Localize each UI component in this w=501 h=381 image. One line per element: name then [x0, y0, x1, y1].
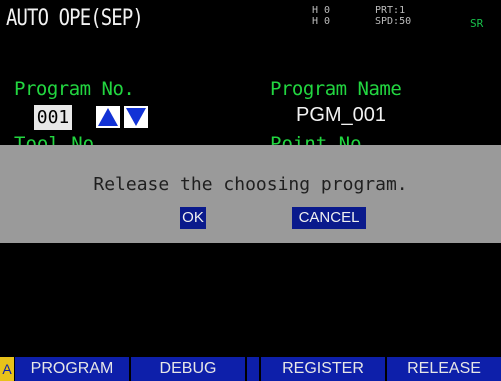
fkey-register[interactable]: REGISTER	[261, 357, 385, 381]
pendant-screen: AUTO OPE(SEP) H 0 H 0 PRT:1 SPD:50 SR Pr…	[0, 0, 501, 381]
triangle-down-icon	[126, 108, 146, 126]
shift-indicator: A	[0, 357, 14, 381]
screen-title: AUTO OPE(SEP)	[6, 6, 144, 31]
dialog-message: Release the choosing program.	[93, 174, 408, 195]
point-number-label: Point No.	[270, 133, 373, 145]
status-indicator-extra: SR	[470, 17, 484, 30]
fkey-debug[interactable]: DEBUG	[131, 357, 245, 381]
status-indicator-left: H 0 H 0	[312, 5, 331, 27]
program-name-value: PGM_001	[296, 104, 387, 126]
tool-number-label: Tool No.	[14, 133, 106, 145]
fkey-blank[interactable]	[247, 357, 259, 381]
triangle-up-icon	[98, 108, 118, 126]
program-number-field[interactable]: 001	[34, 105, 72, 130]
program-number-label: Program No.	[14, 78, 135, 100]
title-bar: AUTO OPE(SEP) H 0 H 0 PRT:1 SPD:50 SR	[0, 0, 501, 40]
function-key-bar: A PROGRAM DEBUG REGISTER RELEASE	[0, 357, 501, 381]
program-number-up-button[interactable]	[96, 106, 120, 128]
fkey-release[interactable]: RELEASE	[387, 357, 501, 381]
program-number-down-button[interactable]	[124, 106, 148, 128]
fkey-program[interactable]: PROGRAM	[15, 357, 129, 381]
program-name-label: Program Name	[270, 78, 402, 100]
status-indicator-right: PRT:1 SPD:50	[375, 5, 412, 27]
ok-button[interactable]: OK	[180, 207, 206, 229]
cancel-button[interactable]: CANCEL	[292, 207, 366, 229]
confirm-dialog: Release the choosing program. OK CANCEL	[0, 145, 501, 243]
